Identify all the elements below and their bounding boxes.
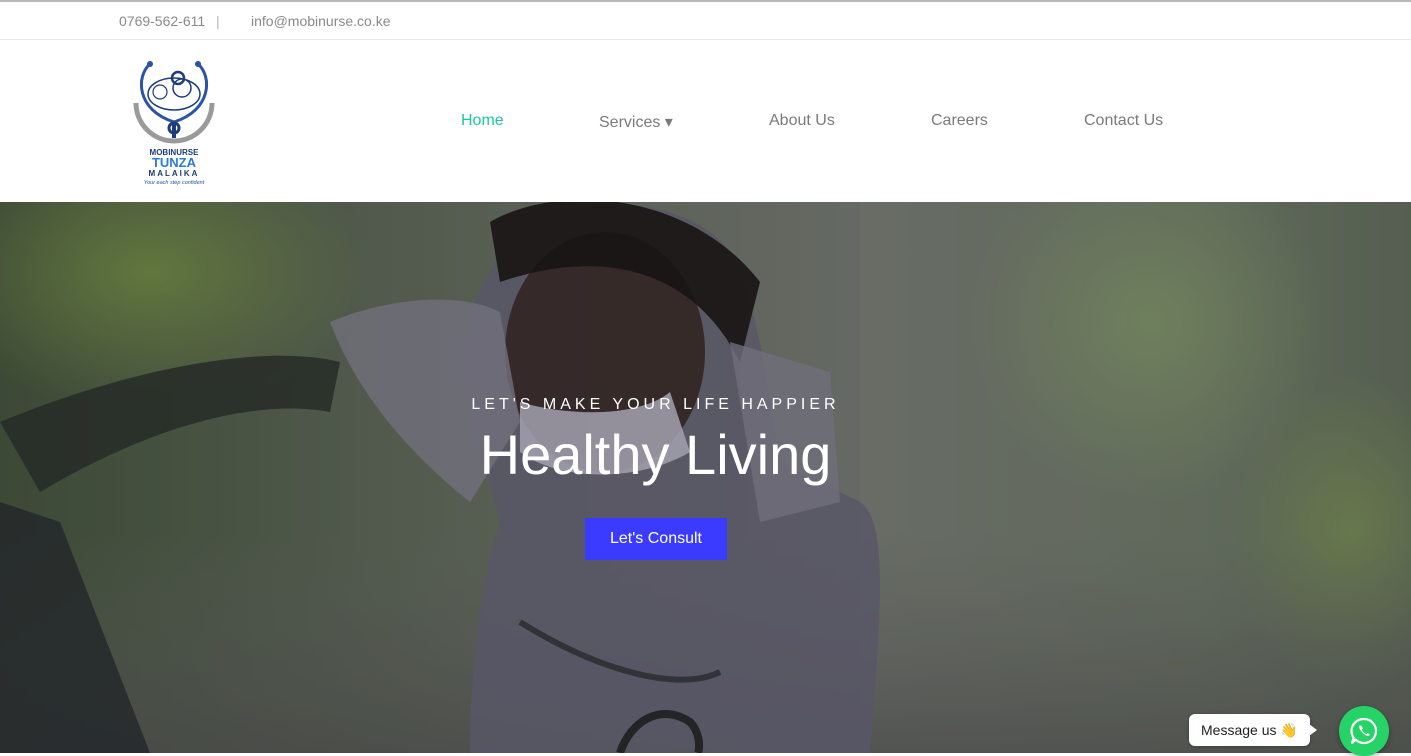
hero-tagline: LET'S MAKE YOUR LIFE HAPPIER (471, 396, 840, 413)
message-us-bubble[interactable]: Message us 👋 (1189, 714, 1317, 746)
whatsapp-icon (1350, 717, 1378, 745)
mobinurse-logo[interactable]: MOBINURSE TUNZA MALAIKA Your each step c… (128, 58, 220, 186)
nav-careers[interactable]: Careers (931, 112, 988, 130)
whatsapp-button[interactable] (1339, 706, 1389, 756)
topbar-separator: | (216, 13, 220, 29)
nav-services[interactable]: Services ▾ (599, 112, 673, 132)
logo-brand-line2: TUNZA (152, 155, 197, 170)
email-link[interactable]: info@mobinurse.co.ke (251, 13, 391, 29)
top-contact-bar: 0769-562-611 | info@mobinurse.co.ke (0, 0, 1411, 40)
phone-number[interactable]: 0769-562-611 (119, 13, 205, 29)
hero-banner: LET'S MAKE YOUR LIFE HAPPIER Healthy Liv… (0, 202, 1411, 753)
nav-about-us[interactable]: About Us (769, 112, 835, 130)
hero-title: Healthy Living (479, 423, 832, 486)
nav-home[interactable]: Home (461, 112, 504, 130)
main-navbar: MOBINURSE TUNZA MALAIKA Your each step c… (0, 40, 1411, 202)
nav-contact-us[interactable]: Contact Us (1084, 112, 1163, 130)
lets-consult-button[interactable]: Let's Consult (585, 518, 727, 560)
logo-brand-line3: MALAIKA (149, 169, 200, 178)
logo-slogan: Your each step confident (144, 180, 205, 186)
